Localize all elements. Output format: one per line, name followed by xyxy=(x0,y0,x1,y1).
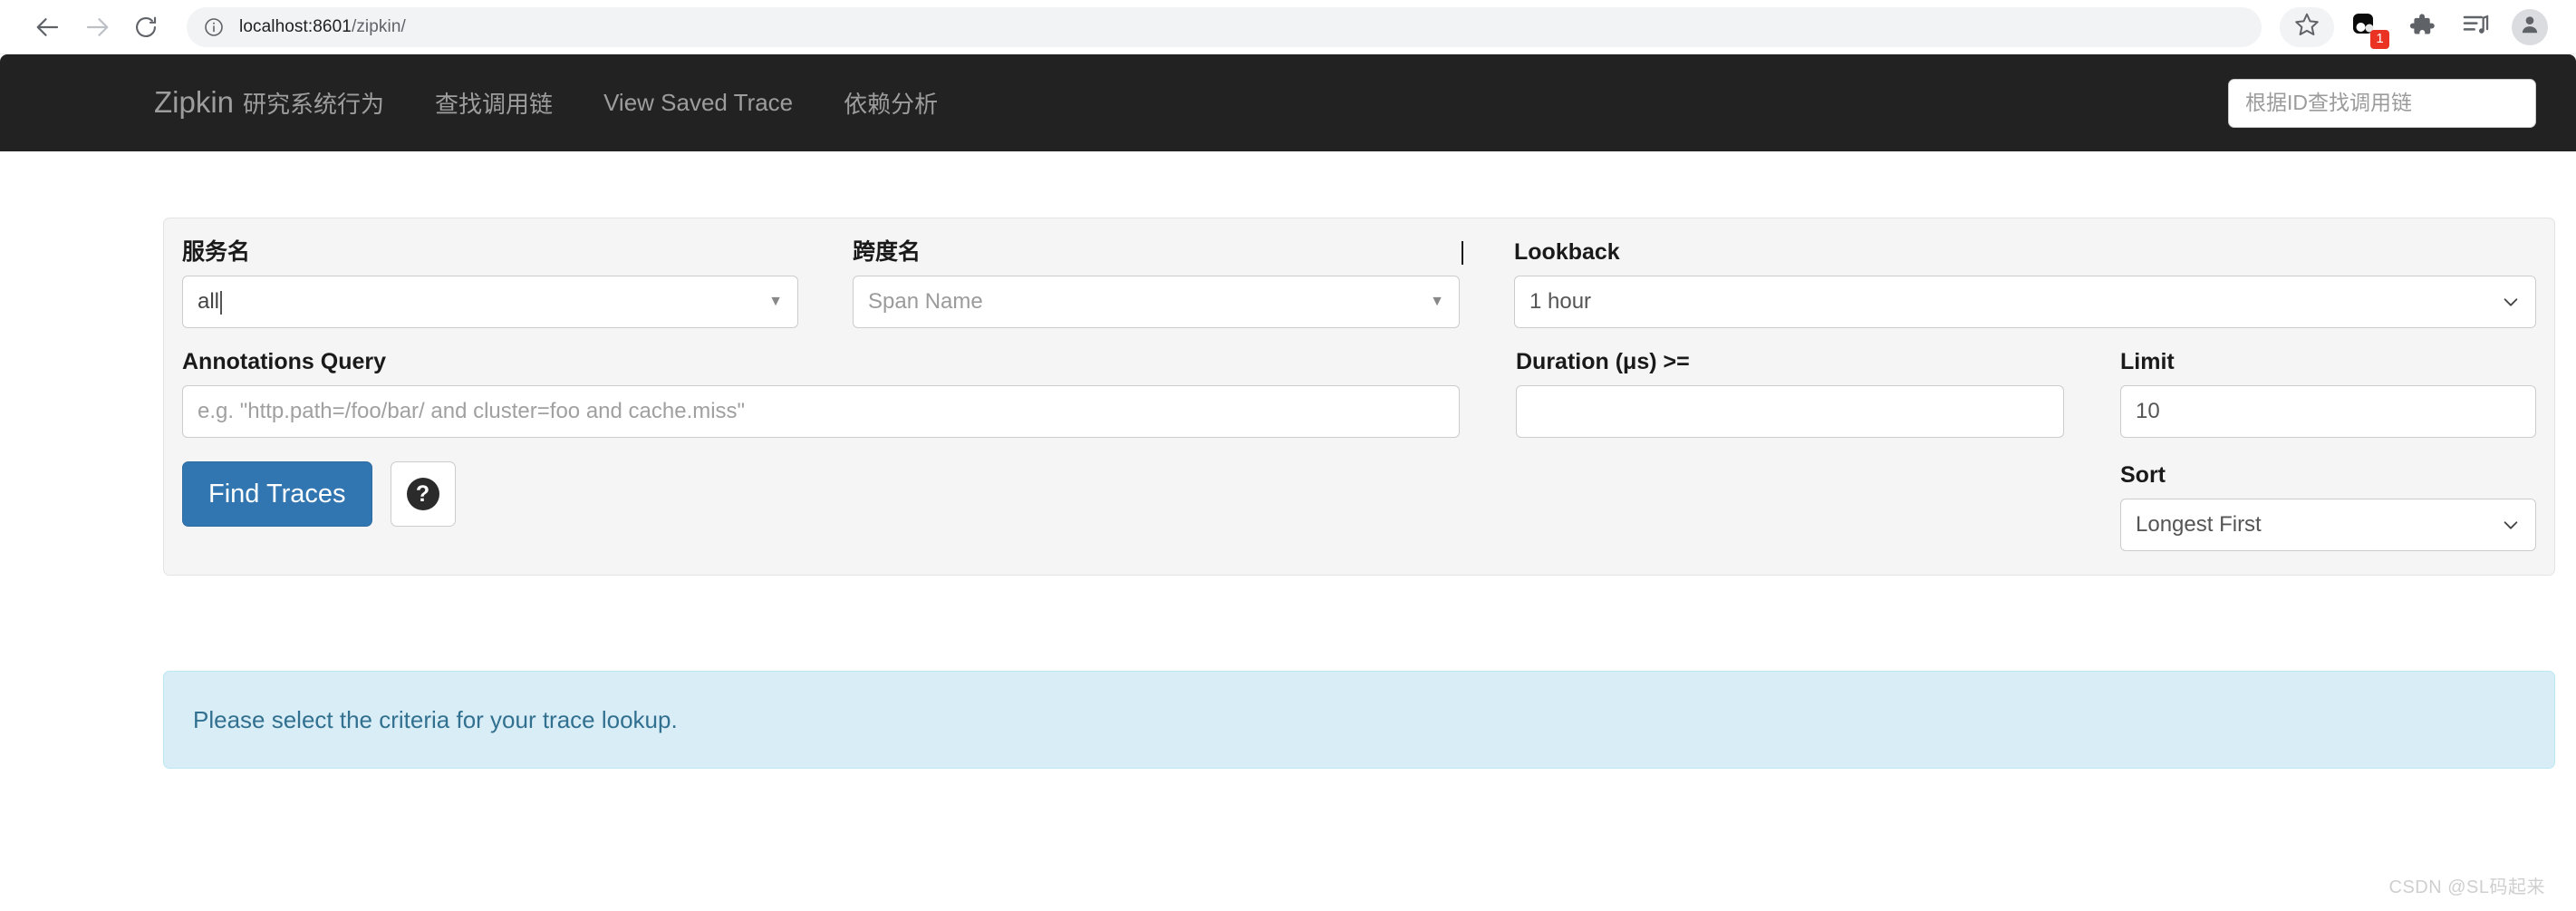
find-traces-button[interactable]: Find Traces xyxy=(182,461,372,527)
form-row-primary: 服务名 all ▼ 跨度名 Span Name ▼ Lookback 1 hou… xyxy=(182,238,2536,328)
browser-toolbar: localhost:8601/zipkin/ 1 xyxy=(0,0,2576,54)
lookback-label: Lookback xyxy=(1514,239,1620,265)
service-name-label: 服务名 xyxy=(182,239,251,265)
forward-button[interactable] xyxy=(72,3,121,52)
field-sort: Sort Longest First xyxy=(2120,461,2536,551)
info-alert: Please select the criteria for your trac… xyxy=(163,671,2555,769)
field-limit: Limit xyxy=(2120,348,2536,438)
action-group: Find Traces ? xyxy=(182,461,1460,551)
arrow-right-icon xyxy=(83,14,111,41)
question-mark-icon: ? xyxy=(406,478,439,510)
navbar-brand[interactable]: Zipkin 研究系统行为 xyxy=(154,87,384,120)
lookback-select[interactable]: 1 hour xyxy=(1514,276,2536,328)
span-name-label: 跨度名 xyxy=(853,238,1463,266)
app-navbar: Zipkin 研究系统行为 查找调用链 View Saved Trace 依赖分析 xyxy=(0,54,2576,151)
field-service-name: 服务名 all ▼ xyxy=(182,238,798,328)
extensions-menu-button[interactable] xyxy=(2399,5,2443,49)
navbar-brand-label: Zipkin xyxy=(154,84,235,119)
extension-action-button[interactable]: 1 xyxy=(2345,5,2389,49)
service-name-select[interactable]: all ▼ xyxy=(182,276,798,328)
field-annotations-query: Annotations Query xyxy=(182,348,1460,438)
trace-id-search-input[interactable] xyxy=(2228,78,2536,128)
avatar-icon xyxy=(2518,13,2542,41)
span-name-value: Span Name xyxy=(868,289,983,314)
nav-link-find-traces[interactable]: 查找调用链 xyxy=(435,86,553,120)
address-bar-url: localhost:8601/zipkin/ xyxy=(239,16,406,36)
trace-search-panel: 服务名 all ▼ 跨度名 Span Name ▼ Lookback 1 hou… xyxy=(163,218,2555,576)
annotations-query-label: Annotations Query xyxy=(182,349,387,374)
duration-input[interactable] xyxy=(1516,385,2064,438)
service-name-value: all xyxy=(198,289,223,315)
extension-badge-count: 1 xyxy=(2370,29,2389,49)
back-button[interactable] xyxy=(24,3,72,52)
address-bar[interactable]: localhost:8601/zipkin/ xyxy=(187,6,2262,47)
star-icon xyxy=(2293,11,2320,43)
form-row-actions: Find Traces ? Sort Longest First xyxy=(182,461,2536,551)
field-lookback: Lookback 1 hour xyxy=(1514,238,2536,328)
chevron-down-icon xyxy=(2501,292,2521,312)
arrow-left-icon xyxy=(34,14,62,41)
reload-button[interactable] xyxy=(121,3,170,52)
limit-input[interactable] xyxy=(2120,385,2536,438)
bookmark-button[interactable] xyxy=(2280,6,2334,47)
triangle-down-icon: ▼ xyxy=(1430,294,1444,309)
reload-icon xyxy=(133,15,159,40)
info-circle-icon[interactable] xyxy=(203,16,225,38)
profile-button[interactable] xyxy=(2512,8,2548,45)
sort-value: Longest First xyxy=(2136,512,2262,537)
sort-label: Sort xyxy=(2120,462,2166,488)
media-control-button[interactable] xyxy=(2454,5,2497,49)
lookback-value: 1 hour xyxy=(1529,289,1592,314)
puzzle-piece-icon xyxy=(2407,10,2436,44)
media-playlist-icon xyxy=(2461,10,2490,44)
browser-action-group: 1 xyxy=(2274,5,2548,49)
triangle-down-icon: ▼ xyxy=(768,294,783,309)
actions-spacer xyxy=(1516,461,2064,551)
duration-label: Duration (μs) >= xyxy=(1516,349,1690,374)
span-name-select[interactable]: Span Name ▼ xyxy=(853,276,1460,328)
sort-select[interactable]: Longest First xyxy=(2120,499,2536,551)
form-row-secondary: Annotations Query Duration (μs) >= Limit xyxy=(182,348,2536,438)
info-alert-message: Please select the criteria for your trac… xyxy=(193,705,678,733)
chevron-down-icon xyxy=(2501,515,2521,535)
limit-label: Limit xyxy=(2120,349,2175,374)
navbar-brand-subtitle: 研究系统行为 xyxy=(243,90,385,118)
help-button[interactable]: ? xyxy=(390,461,456,527)
nav-link-dependencies[interactable]: 依赖分析 xyxy=(844,86,938,120)
field-duration: Duration (μs) >= xyxy=(1516,348,2064,438)
field-span-name: 跨度名 Span Name ▼ xyxy=(853,238,1463,328)
watermark: CSDN @SL码起来 xyxy=(2388,877,2545,897)
nav-link-view-saved-trace[interactable]: View Saved Trace xyxy=(603,89,793,117)
annotations-query-input[interactable] xyxy=(182,385,1460,438)
